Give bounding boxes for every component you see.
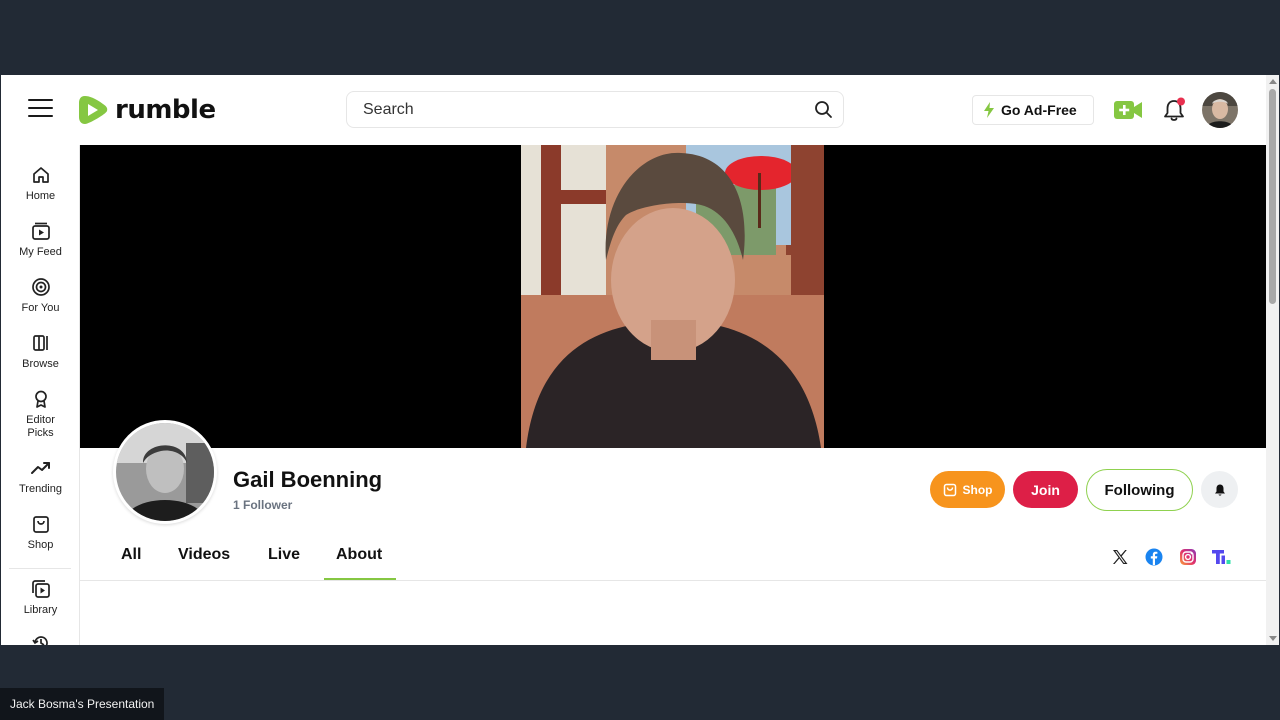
following-button[interactable]: Following [1086,469,1193,511]
shop-icon [32,516,49,533]
go-ad-free-label: Go Ad-Free [1001,102,1077,118]
sidebar-item-my-feed[interactable]: My Feed [1,221,79,259]
sidebar: Home My Feed For You Browse Editor Picks… [1,145,80,645]
channel-avatar-image [116,423,214,521]
sidebar-label-library: Library [23,604,58,616]
library-icon [31,580,50,598]
menu-icon[interactable] [28,99,53,119]
active-tab-indicator [324,578,396,580]
x-icon[interactable] [1111,548,1129,566]
search-input[interactable] [347,92,787,127]
sidebar-item-for-you[interactable]: For You [1,277,79,315]
sidebar-label-browse: Browse [22,358,59,370]
logo-text: rumble [115,95,216,125]
tab-live[interactable]: Live [268,546,300,564]
trending-icon [30,462,50,474]
instagram-icon[interactable] [1179,548,1197,566]
browser-viewport: rumble Go Ad-Free [1,75,1279,645]
channel-notifications-button[interactable] [1201,471,1238,508]
sidebar-label-my-feed: My Feed [19,246,62,258]
bell-icon [1214,484,1225,496]
sidebar-item-library[interactable]: Library [1,579,79,617]
sidebar-item-editor-picks[interactable]: Editor Picks [1,389,79,440]
scroll-down-arrow[interactable] [1269,636,1277,641]
scroll-up-arrow[interactable] [1269,79,1277,84]
sidebar-item-history[interactable] [1,633,79,645]
sidebar-label-trending: Trending [18,483,62,495]
sidebar-item-trending[interactable]: Trending [1,458,79,496]
target-icon [31,278,50,296]
top-bar: rumble Go Ad-Free [1,75,1266,145]
tab-videos[interactable]: Videos [178,546,230,564]
channel-avatar[interactable] [113,420,217,524]
lightning-icon [984,102,994,118]
search-icon[interactable] [813,99,835,121]
sidebar-label-shop: Shop [27,539,54,551]
history-icon [31,636,48,645]
scrollbar[interactable] [1266,75,1279,645]
sidebar-label-for-you: For You [21,302,60,314]
join-button[interactable]: Join [1013,471,1078,508]
shopping-bag-icon [943,483,956,496]
following-button-label: Following [1104,481,1175,499]
sidebar-item-shop[interactable]: Shop [1,514,79,552]
sidebar-divider [9,568,71,569]
tab-all[interactable]: All [121,546,141,564]
truth-social-icon[interactable] [1211,548,1233,566]
tab-about[interactable]: About [336,546,382,564]
join-button-label: Join [1031,481,1060,498]
presenter-label: Jack Bosma's Presentation [0,688,165,720]
sidebar-item-browse[interactable]: Browse [1,333,79,371]
banner-photo [521,145,824,448]
sidebar-label-home: Home [25,190,56,202]
home-icon [32,167,49,183]
browse-icon [32,335,48,351]
upload-video-icon[interactable] [1114,99,1142,121]
rumble-logo[interactable]: rumble [79,93,216,127]
channel-name: Gail Boenning [233,467,383,492]
sidebar-label-editor-picks: Editor Picks [26,414,55,439]
award-icon [34,390,47,408]
channel-banner [80,145,1266,448]
scrollbar-thumb[interactable] [1269,89,1276,304]
shop-button-label: Shop [962,482,993,497]
shop-button[interactable]: Shop [930,471,1005,508]
user-avatar[interactable] [1202,92,1238,128]
go-ad-free-button[interactable]: Go Ad-Free [972,95,1094,125]
rumble-play-icon [79,96,108,124]
user-avatar-image [1202,92,1238,128]
facebook-icon[interactable] [1145,548,1163,566]
notifications-icon[interactable] [1162,97,1186,123]
feed-icon [31,222,50,240]
sidebar-item-home[interactable]: Home [1,165,79,203]
search-box [346,91,844,128]
channel-tabs: All Videos Live About [80,532,1266,581]
follower-count: 1 Follower [233,498,293,512]
